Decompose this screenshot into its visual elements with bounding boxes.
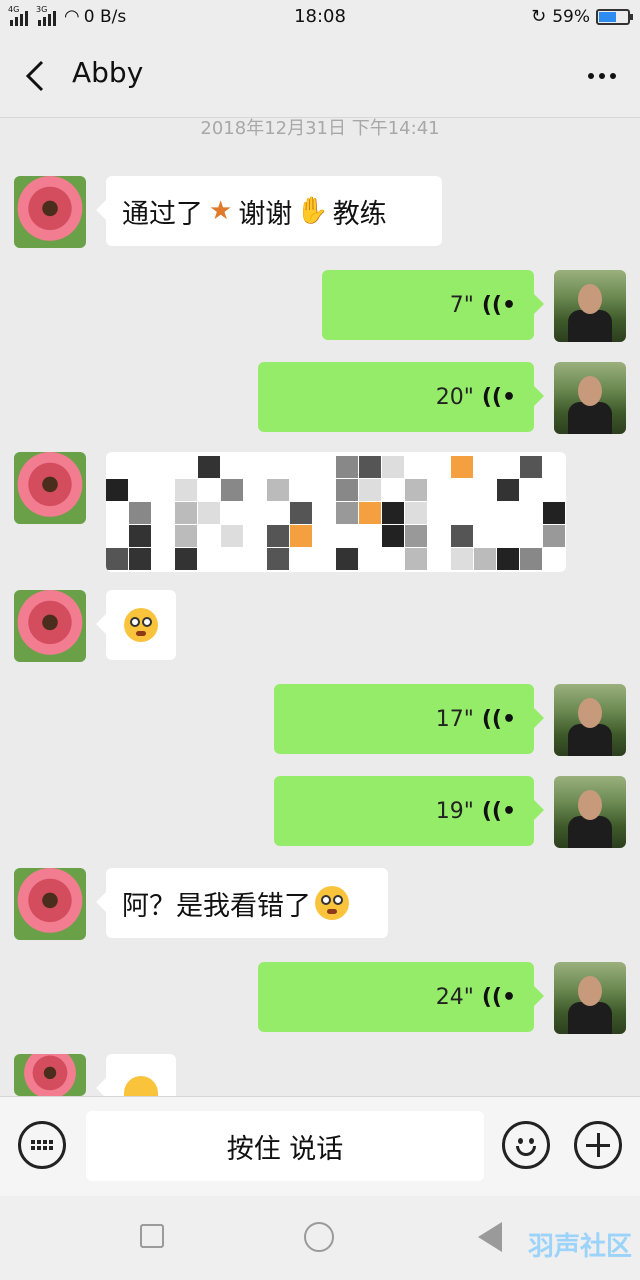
censor-pixel [359, 502, 381, 524]
shocked-face-icon [124, 608, 158, 642]
censor-pixel [267, 479, 289, 501]
censor-pixel [405, 525, 427, 547]
back-arrow-icon[interactable] [18, 56, 54, 96]
censor-pixel [405, 479, 427, 501]
voice-wave-icon: ((• [481, 706, 516, 732]
censor-pixel [474, 548, 496, 570]
contact-avatar[interactable] [14, 176, 86, 248]
incoming-text-message[interactable]: 阿？是我看错了 [96, 868, 388, 938]
censor-pixel [198, 502, 220, 524]
censor-pixel [359, 456, 381, 478]
censor-pixel [382, 502, 404, 524]
censor-pixel [175, 525, 197, 547]
censor-pixel [543, 502, 565, 524]
my-avatar[interactable] [554, 684, 626, 756]
my-avatar[interactable] [554, 270, 626, 342]
censor-pixel [451, 456, 473, 478]
contact-avatar[interactable] [14, 590, 86, 662]
status-bar: 4G 3G ◠ 0 B/s 18:08 ↻ 59% [0, 0, 640, 34]
battery-icon [596, 8, 633, 25]
censor-pixel [290, 456, 312, 478]
voice-message[interactable]: 7" ((• [322, 270, 544, 340]
contact-avatar[interactable] [14, 452, 86, 524]
voice-wave-icon: ((• [481, 292, 516, 318]
shocked-face-icon [315, 886, 349, 920]
home-icon[interactable] [304, 1222, 334, 1252]
censor-pixel [221, 525, 243, 547]
censor-pixel [129, 502, 151, 524]
censor-pixel [290, 502, 312, 524]
my-avatar[interactable] [554, 962, 626, 1034]
voice-message[interactable]: 20" ((• [258, 362, 544, 432]
censor-pixel [382, 456, 404, 478]
censor-pixel [267, 525, 289, 547]
censor-pixel [290, 525, 312, 547]
my-avatar[interactable] [554, 362, 626, 434]
censor-pixel [336, 456, 358, 478]
censor-pixel [543, 525, 565, 547]
censor-pixel [497, 479, 519, 501]
folded-hands-icon: ✋ [296, 196, 329, 226]
censor-pixel [175, 479, 197, 501]
battery-percent: 59% [552, 6, 590, 27]
keyboard-icon[interactable] [18, 1121, 66, 1169]
censor-pixel [405, 502, 427, 524]
censor-pixel [221, 456, 243, 478]
contact-name[interactable]: Abby [72, 56, 143, 89]
my-avatar[interactable] [554, 776, 626, 848]
incoming-emoji-message[interactable] [96, 590, 176, 660]
plus-icon[interactable] [574, 1121, 622, 1169]
censor-pixel [175, 502, 197, 524]
grinning-face-icon [124, 1076, 158, 1096]
censor-pixel [405, 548, 427, 570]
voice-wave-icon: ((• [481, 798, 516, 824]
rotation-lock-icon: ↻ [531, 6, 547, 27]
censor-pixel [336, 548, 358, 570]
back-icon[interactable] [478, 1222, 502, 1252]
watermark: 羽声社区 [527, 1232, 632, 1262]
censor-pixel [221, 479, 243, 501]
censor-pixel [520, 548, 542, 570]
voice-message[interactable]: 17" ((• [274, 684, 544, 754]
incoming-text-message[interactable]: 通过了 ★ 谢谢 ✋ 教练 [96, 176, 442, 246]
contact-avatar[interactable] [14, 868, 86, 940]
censor-pixel [129, 548, 151, 570]
emoji-icon[interactable] [502, 1121, 550, 1169]
censor-pixel [520, 456, 542, 478]
censor-pixel [267, 548, 289, 570]
censor-pixel [336, 502, 358, 524]
chat-header: Abby [0, 34, 640, 118]
censor-pixel [382, 525, 404, 547]
censor-pixel [244, 525, 266, 547]
censor-pixel [106, 456, 128, 478]
chat-timestamp: 2018年12月31日 下午14:41 [200, 118, 440, 139]
censor-pixel [336, 479, 358, 501]
more-options-icon[interactable] [582, 56, 622, 96]
contact-avatar[interactable] [14, 1054, 86, 1096]
system-nav-bar: 羽声社区 [0, 1196, 640, 1280]
hold-to-talk-button[interactable]: 按住 说话 [86, 1111, 484, 1181]
censor-pixel [106, 479, 128, 501]
party-popper-icon: ★ [209, 196, 233, 226]
censor-pixel [428, 479, 450, 501]
censored-message[interactable] [106, 452, 566, 572]
censor-pixel [198, 456, 220, 478]
censor-pixel [106, 502, 128, 524]
censor-pixel [106, 548, 128, 570]
input-bar: 按住 说话 [0, 1096, 640, 1196]
voice-message[interactable]: 24" ((• [258, 962, 544, 1032]
voice-wave-icon: ((• [481, 384, 516, 410]
censor-pixel [129, 525, 151, 547]
recent-apps-icon[interactable] [140, 1224, 164, 1248]
censor-pixel [451, 548, 473, 570]
censor-pixel [497, 548, 519, 570]
voice-wave-icon: ((• [481, 984, 516, 1010]
censor-pixel [359, 479, 381, 501]
censor-pixel [451, 525, 473, 547]
incoming-emoji-message[interactable] [96, 1054, 176, 1098]
censor-pixel [175, 548, 197, 570]
voice-message[interactable]: 19" ((• [274, 776, 544, 846]
